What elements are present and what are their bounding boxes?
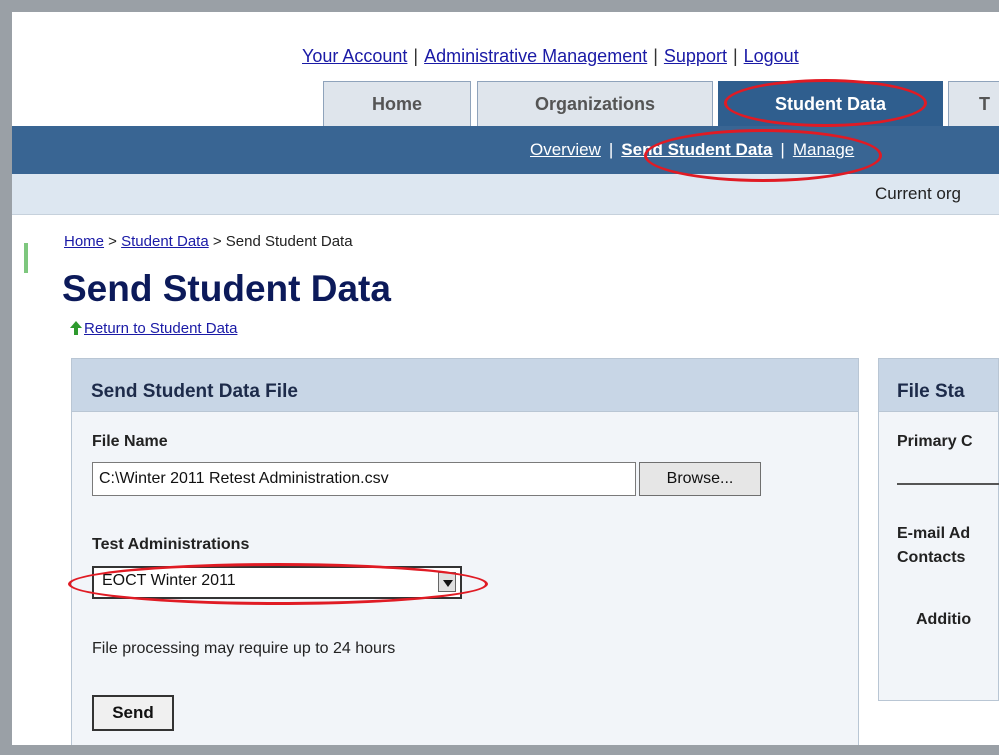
primary-contact-divider [897,483,999,485]
tab-more[interactable]: T [948,81,999,126]
window-border-left [0,0,12,755]
return-to-student-data-link[interactable]: Return to Student Data [84,320,237,337]
browse-button[interactable]: Browse... [639,462,761,496]
tab-organizations[interactable]: Organizations [477,81,713,126]
file-status-panel-title: File Sta [897,381,965,402]
tab-home[interactable]: Home [323,81,471,126]
file-name-label: File Name [92,433,168,450]
page-title: Send Student Data [62,268,391,309]
sub-navigation: Overview | Send Student Data | Manage [530,140,855,159]
logout-link[interactable]: Logout [744,46,799,66]
primary-contact-label: Primary C [897,433,973,450]
top-links: Your Account | Administrative Management | S… [302,46,799,66]
email-contacts-label-line2: Contacts [897,549,966,566]
return-link-row: Return to Student Data [70,320,237,337]
subnav-overview[interactable]: Overview [530,140,601,159]
processing-note: File processing may require up to 24 hou… [92,640,396,657]
breadcrumb-current: Send Student Data [225,233,353,250]
subnav-send-student-data[interactable]: Send Student Data [621,140,772,159]
window-border-bottom [0,745,999,755]
send-button[interactable]: Send [92,695,174,731]
organization-bar [12,174,999,215]
green-up-arrow-icon [70,321,82,335]
subnav-manage[interactable]: Manage [793,140,854,159]
breadcrumb-home[interactable]: Home [64,233,104,250]
administrative-management-link[interactable]: Administrative Management [424,46,647,66]
breadcrumb: Home > Student Data > Send Student Data [64,233,353,250]
send-file-panel [71,358,859,750]
your-account-link[interactable]: Your Account [302,46,407,66]
dropdown-arrow-icon[interactable] [438,572,456,592]
current-organization-text: Current org [875,184,961,203]
support-link[interactable]: Support [664,46,727,66]
test-administrations-label: Test Administrations [92,536,250,553]
send-file-panel-title: Send Student Data File [91,381,298,402]
selected-test-administration: EOCT Winter 2011 [102,572,236,589]
tab-student-data[interactable]: Student Data [718,81,943,126]
additional-contacts-label: Additio [916,611,972,628]
test-administrations-select[interactable]: EOCT Winter 2011 [92,566,462,599]
file-name-input[interactable] [92,462,636,496]
side-accent [24,243,28,273]
breadcrumb-student-data[interactable]: Student Data [121,233,209,250]
window-border-top [0,0,999,12]
email-contacts-label-line1: E-mail Ad [897,525,971,542]
